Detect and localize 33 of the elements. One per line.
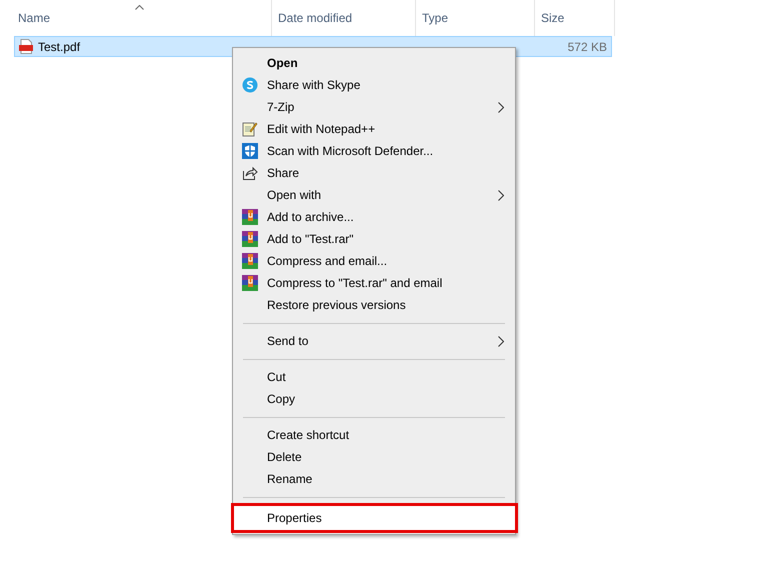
menu-item[interactable]: Rename (233, 468, 515, 490)
menu-item[interactable]: Send to (233, 330, 515, 352)
archive-icon (242, 209, 258, 225)
menu-item[interactable]: Copy (233, 388, 515, 410)
menu-item[interactable]: Compress and email... (233, 250, 515, 272)
share-icon (242, 165, 258, 181)
chevron-right-icon (498, 190, 504, 201)
menu-item[interactable]: Compress to "Test.rar" and email (233, 272, 515, 294)
file-name: Test.pdf (38, 40, 80, 54)
menu-item[interactable]: 7-Zip (233, 96, 515, 118)
shield-icon (242, 143, 258, 159)
menu-item[interactable]: Share (233, 162, 515, 184)
menu-item[interactable]: Create shortcut (233, 424, 515, 446)
chevron-right-icon (498, 336, 504, 347)
menu-item[interactable]: Share with Skype (233, 74, 515, 96)
menu-item[interactable]: Edit with Notepad++ (233, 118, 515, 140)
menu-item[interactable]: Restore previous versions (233, 294, 515, 316)
chevron-right-icon (498, 102, 504, 113)
menu-item[interactable]: Add to "Test.rar" (233, 228, 515, 250)
menu-item[interactable]: Cut (233, 366, 515, 388)
pdf-file-icon (19, 39, 33, 54)
sort-caret-icon (134, 5, 144, 10)
skype-icon (242, 77, 258, 93)
archive-icon (242, 275, 258, 291)
menu-item[interactable]: Add to archive... (233, 206, 515, 228)
file-size: 572 KB (568, 40, 607, 54)
notepad-icon (242, 121, 258, 137)
menu-item[interactable]: Scan with Microsoft Defender... (233, 140, 515, 162)
menu-item[interactable]: Properties (232, 504, 517, 532)
archive-icon (242, 253, 258, 269)
menu-item[interactable]: Delete (233, 446, 515, 468)
menu-item[interactable]: Open with (233, 184, 515, 206)
archive-icon (242, 231, 258, 247)
